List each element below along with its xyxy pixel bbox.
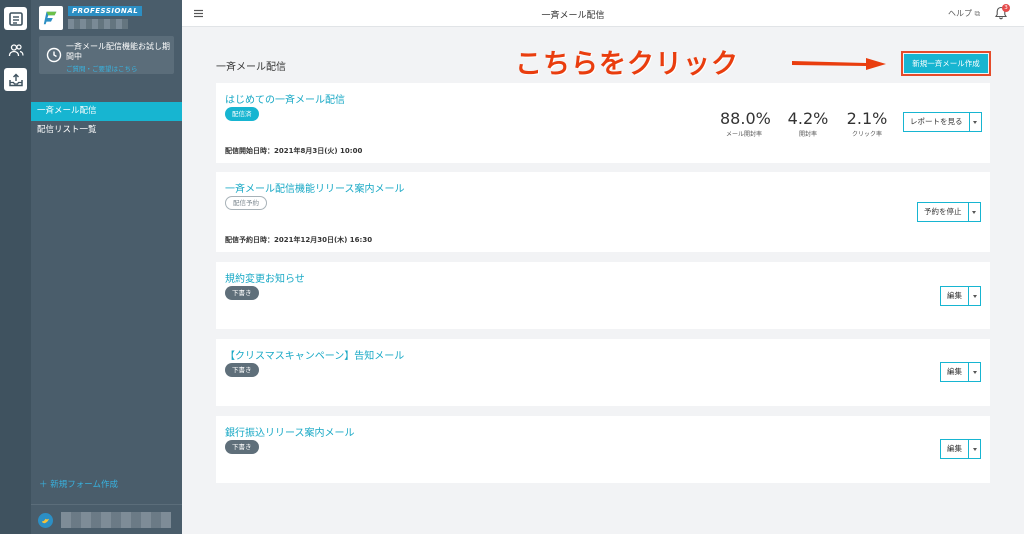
mail-title-link[interactable]: 規約変更お知らせ <box>225 270 305 285</box>
mail-title-link[interactable]: 銀行振込リリース案内メール <box>225 424 355 439</box>
view-report-button[interactable]: レポートを見る <box>904 113 970 131</box>
new-mail-button-highlight: 新規一斉メール作成 <box>901 51 991 76</box>
stat-open-rate: 4.2% 開封率 <box>786 109 830 138</box>
form-list-icon <box>8 11 23 26</box>
edit-split-button: 編集 <box>940 439 981 459</box>
mail-card: 【クリスマスキャンペーン】告知メール 下書き 編集 <box>216 339 990 406</box>
edit-split-button: 編集 <box>940 362 981 382</box>
annotation-callout: こちらをクリック <box>515 49 739 80</box>
new-form-link[interactable]: ＋ 新規フォーム作成 <box>39 478 118 490</box>
edit-button[interactable]: 編集 <box>941 440 969 458</box>
users-icon <box>8 43 24 56</box>
brand-logo[interactable] <box>39 6 63 30</box>
sidebar-item-bulk-mail[interactable]: 一斉メール配信 <box>31 102 182 121</box>
report-split-button: レポートを見る <box>903 112 982 132</box>
schedule-dropdown-toggle[interactable] <box>969 203 980 221</box>
avatar <box>38 513 53 528</box>
stat-label: メール開封率 <box>725 131 762 138</box>
trial-notice: 一斉メール配信機能お試し期間中 ご質問・ご要望はこちら <box>39 36 174 74</box>
caret-down-icon <box>972 447 977 451</box>
stat-label: クリック率 <box>851 131 882 138</box>
new-bulk-mail-button[interactable]: 新規一斉メール作成 <box>904 54 988 73</box>
user-row[interactable] <box>31 504 182 534</box>
notification-badge: 3 <box>1002 4 1010 12</box>
caret-down-icon <box>972 370 977 374</box>
sidebar: PROFESSIONAL 一斉メール配信機能お試し期間中 ご質問・ご要望はこちら… <box>31 0 182 534</box>
account-name-redacted <box>68 19 128 29</box>
plan-badge: PROFESSIONAL <box>68 6 143 16</box>
stat-mail-open-rate: 88.0% メール開封率 <box>720 109 771 138</box>
edit-split-button: 編集 <box>940 286 981 306</box>
caret-down-icon <box>972 210 976 214</box>
edit-button[interactable]: 編集 <box>941 287 969 305</box>
contacts-rail-button[interactable] <box>4 38 27 61</box>
edit-dropdown-toggle[interactable] <box>969 363 980 381</box>
mail-title-link[interactable]: 【クリスマスキャンペーン】告知メール <box>225 347 404 362</box>
page-header-title: 一斉メール配信 <box>541 11 605 21</box>
mail-card: はじめての一斉メール配信 配信済 配信開始日時：2021年8月3日(火) 10:… <box>216 83 990 163</box>
user-name-redacted <box>61 512 171 528</box>
stat-value: 88.0% <box>720 109 771 128</box>
sidebar-item-delivery-lists[interactable]: 配信リスト一覧 <box>31 121 182 140</box>
stat-value: 2.1% <box>846 109 888 128</box>
status-badge: 下書き <box>225 363 259 377</box>
status-badge: 配信済 <box>225 107 259 121</box>
page-title: 一斉メール配信 <box>216 62 286 73</box>
inbox-send-icon <box>8 73 23 86</box>
caret-down-icon <box>972 294 977 298</box>
logo-icon <box>43 11 57 25</box>
feedback-link[interactable]: ご質問・ご要望はこちら <box>66 63 138 73</box>
stat-label: 開封率 <box>798 131 817 138</box>
help-link[interactable]: ヘルプ ⧉ <box>948 8 980 19</box>
edit-dropdown-toggle[interactable] <box>969 287 980 305</box>
delivery-date: 配信開始日時：2021年8月3日(火) 10:00 <box>225 147 363 155</box>
mail-card: 銀行振込リリース案内メール 下書き 編集 <box>216 416 990 483</box>
mail-card: 規約変更お知らせ 下書き 編集 <box>216 262 990 329</box>
edit-button[interactable]: 編集 <box>941 363 969 381</box>
topbar: 一斉メール配信 ヘルプ ⧉ 3 <box>182 0 1024 27</box>
status-badge: 下書き <box>225 286 259 300</box>
mail-title-link[interactable]: 一斉メール配信機能リリース案内メール <box>225 180 405 195</box>
delivery-date: 配信予約日時：2021年12月30日(木) 16:30 <box>225 236 373 244</box>
clock-icon <box>46 47 62 63</box>
icon-rail <box>0 0 31 534</box>
report-dropdown-toggle[interactable] <box>970 113 981 131</box>
mail-title-link[interactable]: はじめての一斉メール配信 <box>225 91 345 106</box>
annotation-arrow-icon <box>792 58 886 70</box>
stat-click-rate: 2.1% クリック率 <box>845 109 889 138</box>
stop-schedule-button[interactable]: 予約を停止 <box>918 203 969 221</box>
forms-rail-button[interactable] <box>4 7 27 30</box>
status-badge: 下書き <box>225 440 259 454</box>
external-link-icon: ⧉ <box>974 9 981 18</box>
edit-dropdown-toggle[interactable] <box>969 440 980 458</box>
sidebar-nav: 一斉メール配信 配信リスト一覧 <box>31 102 182 140</box>
caret-down-icon <box>973 120 977 124</box>
stat-value: 4.2% <box>787 109 829 128</box>
bird-icon <box>41 518 50 524</box>
status-badge: 配信予約 <box>225 196 267 210</box>
mail-card: 一斉メール配信機能リリース案内メール 配信予約 配信予約日時：2021年12月3… <box>216 172 990 252</box>
mail-rail-button[interactable] <box>4 68 27 91</box>
help-label: ヘルプ <box>948 9 972 18</box>
schedule-split-button: 予約を停止 <box>917 202 981 222</box>
trial-text: 一斉メール配信機能お試し期間中 <box>66 42 170 61</box>
